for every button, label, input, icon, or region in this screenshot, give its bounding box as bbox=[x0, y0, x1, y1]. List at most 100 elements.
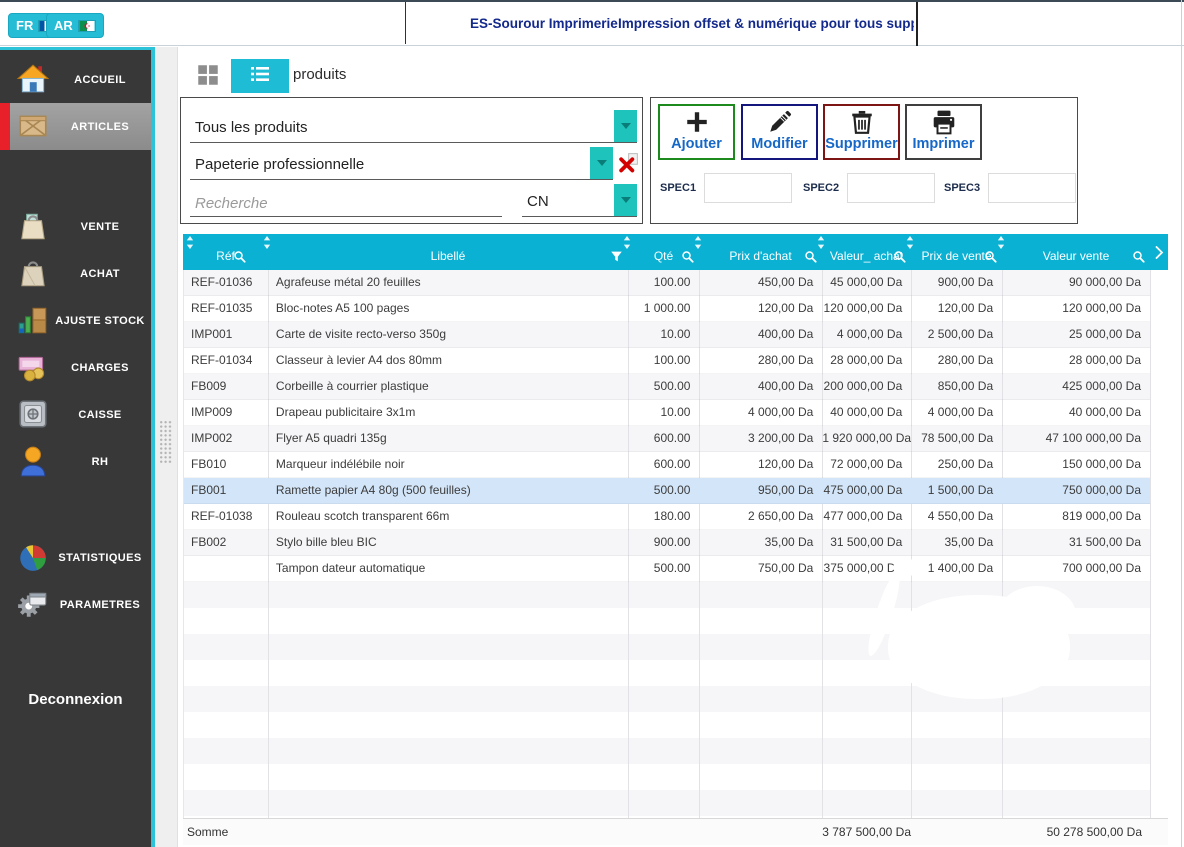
cell-valeur-achat: 1 920 000,00 Da bbox=[822, 426, 911, 452]
modifier-button[interactable]: Modifier bbox=[741, 104, 818, 160]
sidebar-item-vente[interactable]: VENTE bbox=[0, 203, 151, 250]
table-row[interactable]: REF-01034Classeur à levier A4 dos 80mm10… bbox=[184, 348, 1150, 374]
column-header-6[interactable]: Valeur vente bbox=[1002, 234, 1150, 270]
cell-ref: FB009 bbox=[184, 374, 269, 400]
search-icon[interactable] bbox=[984, 250, 997, 263]
actions-panel: AjouterModifierSupprimerImprimer SPEC1SP… bbox=[650, 97, 1078, 224]
logout-button[interactable]: Deconnexion bbox=[0, 691, 151, 708]
table-row[interactable]: FB010Marqueur indélébile noir600.00120,0… bbox=[184, 452, 1150, 478]
language-ar-button[interactable]: AR bbox=[46, 13, 104, 38]
sidebar-item-rh[interactable]: RH bbox=[0, 438, 151, 485]
sort-spinner-icon[interactable] bbox=[817, 236, 825, 249]
table-row[interactable]: IMP001Carte de visite recto-verso 350g10… bbox=[184, 322, 1150, 348]
table-row[interactable]: IMP002Flyer A5 quadri 135g600.003 200,00… bbox=[184, 426, 1150, 452]
cell-valeur-achat: 28 000,00 Da bbox=[822, 348, 911, 374]
category-select[interactable]: Papeterie professionnelle bbox=[190, 147, 613, 180]
column-header-1[interactable]: Libellé bbox=[268, 234, 628, 270]
column-header-5[interactable]: Prix de vente bbox=[911, 234, 1002, 270]
cell-ref: FB001 bbox=[184, 478, 269, 504]
clear-x-icon bbox=[618, 160, 638, 177]
column-header-0[interactable]: Réf bbox=[183, 234, 268, 270]
sort-spinner-icon[interactable] bbox=[906, 236, 914, 249]
search-input[interactable] bbox=[195, 195, 495, 212]
table-row[interactable]: IMP009Drapeau publicitaire 3x1m10.004 00… bbox=[184, 400, 1150, 426]
cell-valeur-vente: 31 500,00 Da bbox=[1002, 530, 1150, 556]
table-row[interactable]: FB002Stylo bille bleu BIC900.0035,00 Da3… bbox=[184, 530, 1150, 556]
splitter-grip-handle[interactable] bbox=[159, 420, 172, 464]
cell-ref: FB002 bbox=[184, 530, 269, 556]
table-row[interactable]: REF-01035Bloc-notes A5 100 pages1 000.00… bbox=[184, 296, 1150, 322]
column-label: Libellé bbox=[431, 249, 466, 263]
cell-libelle: Marqueur indélébile noir bbox=[269, 452, 629, 478]
spec2-input[interactable] bbox=[847, 173, 935, 203]
spec3-input[interactable] bbox=[988, 173, 1076, 203]
sort-spinner-icon[interactable] bbox=[263, 236, 271, 249]
search-mode-value: CN bbox=[527, 193, 549, 210]
sidebar-item-charges[interactable]: CHARGES bbox=[0, 344, 151, 391]
tab-produits-label: produits bbox=[293, 66, 346, 83]
cell-valeur-achat: 375 000,00 Da bbox=[822, 556, 911, 582]
spec2-label: SPEC2 bbox=[803, 182, 839, 194]
cell-prix-vente: 4 550,00 Da bbox=[911, 504, 1002, 530]
sidebar-item-statistiques[interactable]: STATISTIQUES bbox=[0, 534, 151, 581]
sort-spinner-icon[interactable] bbox=[997, 236, 1005, 249]
cell-valeur-vente: 40 000,00 Da bbox=[1002, 400, 1150, 426]
chevron-down-icon[interactable] bbox=[614, 184, 637, 216]
sidebar-item-articles[interactable]: ARTICLES bbox=[0, 103, 151, 150]
sidebar-item-achat[interactable]: ACHAT bbox=[0, 250, 151, 297]
cell-ref: IMP009 bbox=[184, 400, 269, 426]
home-icon bbox=[16, 62, 50, 96]
search-icon[interactable] bbox=[1132, 250, 1145, 263]
column-header-2[interactable]: Qté bbox=[628, 234, 699, 270]
cell-ref: REF-01035 bbox=[184, 296, 269, 322]
cell-qte: 900.00 bbox=[629, 530, 700, 556]
box-icon bbox=[16, 109, 50, 143]
splitter-gutter bbox=[155, 47, 178, 847]
ajouter-button[interactable]: Ajouter bbox=[658, 104, 735, 160]
sidebar-item-ajuste-stock[interactable]: AJUSTE STOCK bbox=[0, 297, 151, 344]
table-row[interactable]: Tampon dateur automatique500.00750,00 Da… bbox=[184, 556, 1150, 582]
search-mode-select[interactable]: CN bbox=[522, 184, 637, 217]
filter-icon[interactable] bbox=[610, 250, 623, 263]
column-header-4[interactable]: Valeur_ achat bbox=[822, 234, 911, 270]
scroll-right-arrow[interactable] bbox=[1150, 234, 1168, 270]
cell-valeur-achat: 45 000,00 Da bbox=[822, 270, 911, 296]
column-header-3[interactable]: Prix d'achat bbox=[699, 234, 822, 270]
trash-icon bbox=[849, 109, 875, 135]
search-icon[interactable] bbox=[681, 250, 694, 263]
spec-group-2: SPEC2 bbox=[803, 173, 935, 203]
table-row-selected[interactable]: FB001Ramette papier A4 80g (500 feuilles… bbox=[184, 478, 1150, 504]
supprimer-button[interactable]: Supprimer bbox=[823, 104, 900, 160]
gear-icon bbox=[16, 587, 50, 621]
table-row[interactable]: REF-01038Rouleau scotch transparent 66m1… bbox=[184, 504, 1150, 530]
search-icon[interactable] bbox=[233, 250, 246, 263]
chevron-down-icon[interactable] bbox=[590, 147, 613, 179]
table-row[interactable]: FB009Corbeille à courrier plastique500.0… bbox=[184, 374, 1150, 400]
table-summary-row: Somme 3 787 500,00 Da 50 278 500,00 Da bbox=[183, 818, 1168, 845]
cell-prix-vente: 4 000,00 Da bbox=[911, 400, 1002, 426]
sort-spinner-icon[interactable] bbox=[186, 236, 194, 249]
spec1-input[interactable] bbox=[704, 173, 792, 203]
chevron-down-icon[interactable] bbox=[614, 110, 637, 142]
printer-icon bbox=[931, 109, 957, 135]
sort-spinner-icon[interactable] bbox=[623, 236, 631, 249]
table-row[interactable]: REF-01036Agrafeuse métal 20 feuilles100.… bbox=[184, 270, 1150, 296]
cell-valeur-achat: 200 000,00 Da bbox=[822, 374, 911, 400]
product-family-select[interactable]: Tous les produits bbox=[190, 110, 637, 143]
imprimer-label: Imprimer bbox=[912, 136, 974, 152]
grid-view-button[interactable] bbox=[194, 62, 222, 88]
sidebar-item-label: ACCUEIL bbox=[52, 72, 148, 86]
clear-category-button[interactable] bbox=[618, 153, 638, 173]
category-value: Papeterie professionnelle bbox=[195, 156, 364, 173]
cell-libelle: Drapeau publicitaire 3x1m bbox=[269, 400, 629, 426]
search-icon[interactable] bbox=[893, 250, 906, 263]
cell-valeur-achat: 31 500,00 Da bbox=[822, 530, 911, 556]
sidebar-item-accueil[interactable]: ACCUEIL bbox=[0, 56, 151, 103]
list-view-tab-active[interactable] bbox=[231, 59, 289, 93]
imprimer-button[interactable]: Imprimer bbox=[905, 104, 982, 160]
search-icon[interactable] bbox=[804, 250, 817, 263]
cell-qte: 100.00 bbox=[629, 270, 700, 296]
sort-spinner-icon[interactable] bbox=[694, 236, 702, 249]
sidebar-item-parametres[interactable]: PARAMETRES bbox=[0, 581, 151, 628]
sidebar-item-caisse[interactable]: CAISSE bbox=[0, 391, 151, 438]
